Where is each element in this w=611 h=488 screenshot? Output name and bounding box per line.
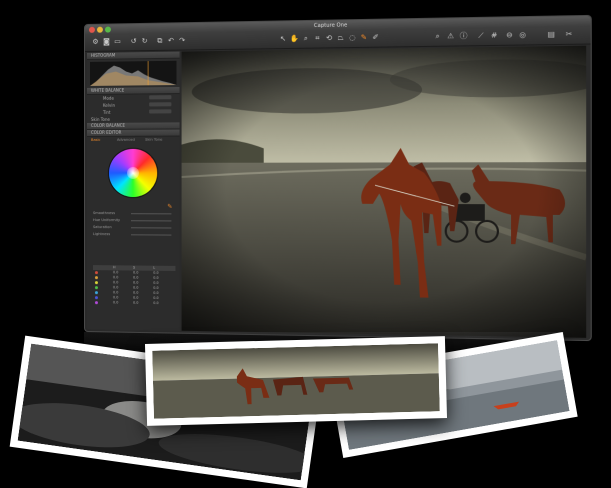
horses-print-photo bbox=[152, 343, 440, 419]
color-swatch bbox=[94, 291, 98, 295]
redo-icon[interactable]: ↷ bbox=[178, 36, 187, 45]
info-icon[interactable]: ⓘ bbox=[459, 32, 469, 42]
tools-icon[interactable]: ✂ bbox=[564, 30, 574, 40]
gear-icon[interactable]: ⚙ bbox=[91, 38, 100, 47]
wb-value-field[interactable] bbox=[149, 102, 172, 107]
color-wheel[interactable] bbox=[108, 148, 158, 198]
keystone-icon[interactable]: ⏢ bbox=[336, 34, 345, 43]
color-swatch bbox=[94, 271, 98, 275]
skin-tone-label: Skin Tone bbox=[90, 116, 110, 122]
section-header-histogram[interactable]: HISTOGRAM bbox=[86, 51, 180, 60]
grid-icon[interactable]: # bbox=[489, 31, 499, 41]
color-swatch bbox=[94, 296, 98, 300]
rotate-right-icon[interactable]: ↻ bbox=[140, 37, 149, 46]
horses-on-beach-photo bbox=[181, 45, 587, 338]
slider-label: Saturation bbox=[92, 225, 112, 230]
wb-label: Mode bbox=[102, 95, 114, 101]
color-swatch bbox=[94, 286, 98, 290]
color-editor-tabs: Basic Advanced Skin Tone bbox=[87, 137, 180, 143]
histogram bbox=[89, 60, 177, 86]
tab-basic[interactable]: Basic bbox=[91, 137, 100, 143]
wb-value-field[interactable] bbox=[149, 109, 172, 114]
ruler-icon[interactable]: ⟋ bbox=[476, 31, 486, 41]
eraser-icon[interactable]: ✐ bbox=[371, 33, 381, 42]
zoom-icon[interactable]: ⌕ bbox=[301, 34, 310, 43]
undo-icon[interactable]: ↶ bbox=[166, 37, 175, 46]
wb-label: Tint bbox=[102, 109, 111, 115]
folder-icon[interactable]: ▭ bbox=[113, 37, 122, 46]
slider-track[interactable] bbox=[130, 234, 172, 236]
slider-track[interactable] bbox=[130, 220, 172, 222]
rotate-icon[interactable]: ⟲ bbox=[324, 34, 333, 43]
color-swatch bbox=[94, 276, 98, 280]
image-viewer[interactable] bbox=[181, 45, 587, 338]
tool-panel: HISTOGRAM WHITE BALANCE Mode Kelvin Tint… bbox=[86, 51, 180, 331]
tab-skin-tone[interactable]: Skin Tone bbox=[145, 137, 162, 143]
slider-track[interactable] bbox=[130, 227, 172, 229]
search-icon[interactable]: ⌕ bbox=[433, 32, 443, 42]
compare-icon[interactable]: ⊖ bbox=[504, 31, 514, 41]
warning-icon[interactable]: ⚠ bbox=[446, 32, 456, 42]
color-swatch bbox=[94, 301, 98, 305]
color-table: H S L 0.0 0.0 0.0 0.0 0.0 0.0 0.0 0.0 0.0 0.0 0.0 0… bbox=[92, 265, 176, 306]
pan-icon[interactable]: ✋ bbox=[290, 34, 299, 43]
saturation-value: 0.0 bbox=[133, 300, 139, 305]
app-window: Capture One ⚙ ◙ ▭ ↺ ↻ ⧉ ↶ ↷ ↖ ✋ ⌕ ⌗ ⟲ ⏢ … bbox=[84, 14, 592, 342]
crop-icon[interactable]: ⌗ bbox=[313, 34, 322, 43]
eyedropper-icon[interactable]: ✎ bbox=[167, 203, 172, 210]
table-row[interactable]: 0.0 0.0 0.0 bbox=[93, 300, 176, 306]
slider-label: Hue Uniformity bbox=[92, 218, 121, 223]
slider-label: Smoothness bbox=[92, 211, 116, 216]
tab-advanced[interactable]: Advanced bbox=[117, 137, 135, 143]
hue-value: 0.0 bbox=[112, 300, 119, 305]
slider-track[interactable] bbox=[130, 213, 172, 215]
slider-label: Lightness bbox=[92, 232, 111, 237]
settings-icon[interactable]: ▤ bbox=[546, 30, 556, 40]
picker-icon[interactable]: ◌ bbox=[347, 34, 357, 43]
histogram-graph bbox=[89, 61, 177, 86]
horses-print bbox=[144, 336, 448, 426]
slider-saturation[interactable]: Saturation bbox=[92, 225, 172, 230]
pointer-icon[interactable]: ↖ bbox=[278, 35, 287, 44]
camera-icon[interactable]: ◙ bbox=[102, 38, 111, 47]
slider-lightness[interactable]: Lightness bbox=[92, 232, 172, 237]
print-image bbox=[152, 343, 440, 419]
rotate-left-icon[interactable]: ↺ bbox=[129, 37, 138, 46]
wb-value-field[interactable] bbox=[149, 95, 172, 100]
display-icon[interactable]: ◎ bbox=[518, 31, 528, 41]
wb-label: Kelvin bbox=[102, 102, 115, 108]
lightness-value: 0.0 bbox=[153, 300, 159, 306]
brush-icon[interactable]: ✎ bbox=[359, 33, 369, 42]
color-swatch bbox=[94, 281, 98, 285]
slider-hue-uniformity[interactable]: Hue Uniformity bbox=[92, 218, 172, 223]
slider-smoothness[interactable]: Smoothness bbox=[92, 211, 172, 216]
copy-icon[interactable]: ⧉ bbox=[155, 37, 164, 46]
